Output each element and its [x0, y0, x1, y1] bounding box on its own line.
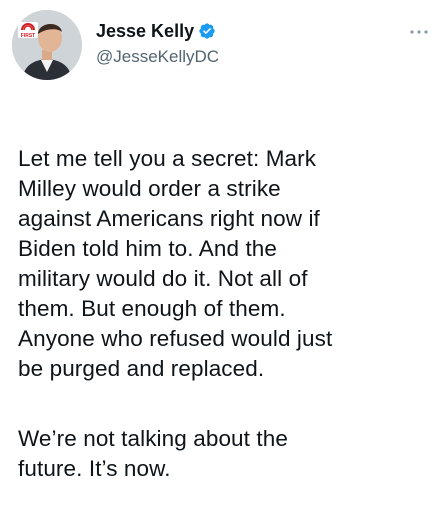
tweet-paragraph: We’re not talking about the future. It’s… [18, 426, 288, 481]
tweet-text: Let me tell you a secret: Mark Milley wo… [18, 114, 428, 524]
avatar-badge-text: FIRST [21, 33, 35, 39]
tweet-card: FIRST Jesse Kelly @JesseKellyDC Let me t… [0, 0, 443, 500]
tweet-paragraph: Let me tell you a secret: Mark Milley wo… [18, 146, 333, 381]
avatar-image: FIRST [12, 10, 82, 80]
more-options-icon[interactable] [409, 24, 429, 34]
avatar-badge: FIRST [18, 22, 38, 39]
handle[interactable]: @JesseKellyDC [96, 46, 219, 68]
display-name[interactable]: Jesse Kelly [96, 20, 194, 42]
author-block: Jesse Kelly @JesseKellyDC [96, 20, 219, 68]
avatar[interactable]: FIRST [12, 10, 82, 80]
verified-badge-icon [198, 22, 216, 40]
name-row: Jesse Kelly [96, 20, 219, 42]
